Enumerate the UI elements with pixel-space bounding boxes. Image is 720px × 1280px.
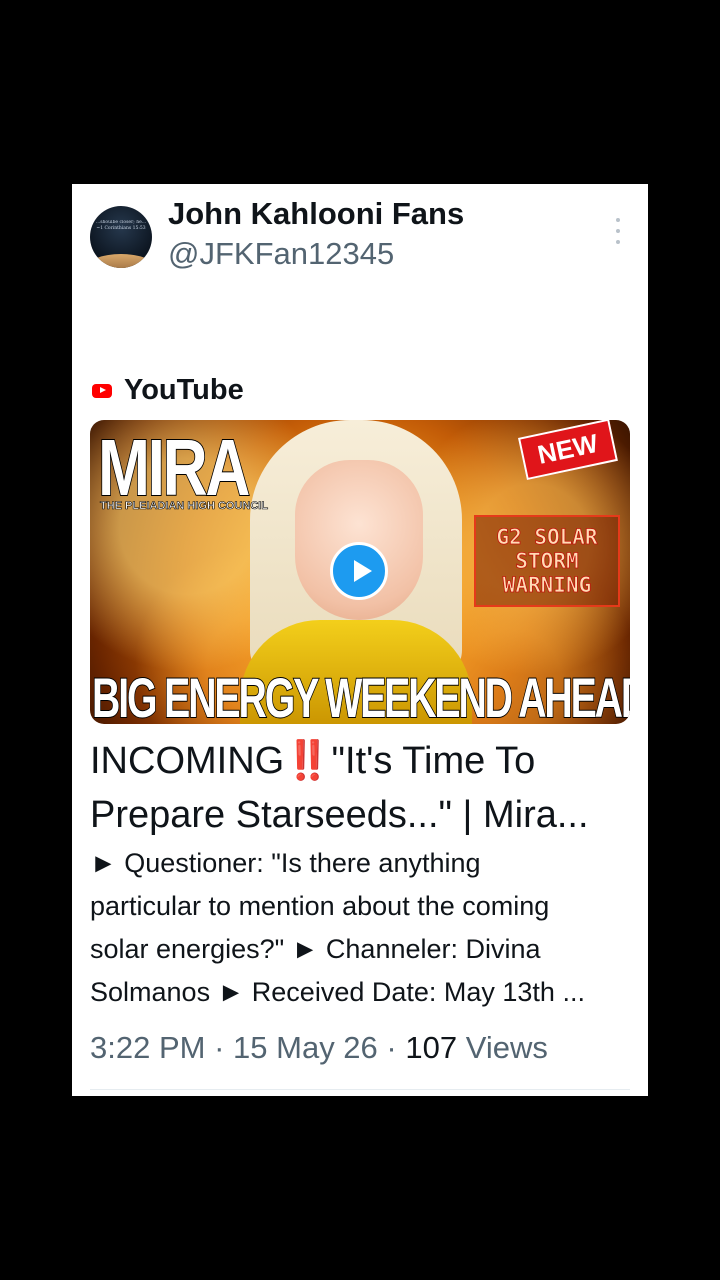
source-label: YouTube bbox=[124, 374, 244, 406]
thumbnail-banner: BIG ENERGY WEEKEND AHEAD bbox=[91, 665, 630, 724]
video-description: ► Questioner: "Is there anything particu… bbox=[90, 842, 630, 1014]
meta-separator-1: · bbox=[214, 1030, 225, 1065]
avatar[interactable]: ...shoulbe closer; he... ~1 Corinthians … bbox=[90, 206, 152, 268]
display-name[interactable]: John Kahlooni Fans bbox=[168, 196, 464, 232]
avatar-moon-graphic bbox=[90, 254, 152, 268]
youtube-icon bbox=[92, 383, 112, 398]
meta-separator-2: · bbox=[386, 1030, 397, 1065]
post-date[interactable]: 15 May 26 bbox=[233, 1030, 378, 1065]
post-time[interactable]: 3:22 PM bbox=[90, 1030, 205, 1065]
storm-warning-box: G2 SOLAR STORM WARNING bbox=[474, 515, 620, 607]
avatar-text-line-1: ...shoulbe closer; he... bbox=[95, 220, 147, 225]
storm-warning-line-3: WARNING bbox=[502, 573, 592, 598]
thumbnail-subtitle: THE PLEIADIAN HIGH COUNCIL bbox=[100, 500, 269, 513]
description-line-3: solar energies?" ► Channeler: Divina bbox=[90, 934, 541, 964]
play-icon[interactable] bbox=[330, 542, 388, 600]
link-source: YouTube bbox=[92, 374, 244, 407]
video-title[interactable]: INCOMING‼️"It's Time To Prepare Starseed… bbox=[90, 734, 630, 842]
views-label: Views bbox=[465, 1030, 548, 1065]
description-line-1: ► Questioner: "Is there anything bbox=[90, 848, 481, 878]
avatar-text-line-2: ~1 Corinthians 15:53 bbox=[96, 226, 146, 231]
more-options-icon[interactable] bbox=[610, 218, 626, 244]
video-thumbnail[interactable]: MIRA THE PLEIADIAN HIGH COUNCIL NEW G2 S… bbox=[90, 420, 630, 724]
description-line-2: particular to mention about the coming bbox=[90, 891, 550, 921]
video-title-line-1: INCOMING‼️"It's Time To bbox=[90, 740, 536, 782]
video-title-line-2: Prepare Starseeds..." | Mira... bbox=[90, 794, 589, 836]
user-handle[interactable]: @JFKFan12345 bbox=[168, 236, 394, 272]
description-line-4: Solmanos ► Received Date: May 13th ... bbox=[90, 977, 585, 1007]
divider bbox=[90, 1089, 630, 1090]
tweet-meta: 3:22 PM · 15 May 26 · 107 Views bbox=[90, 1030, 548, 1066]
views-count: 107 bbox=[405, 1030, 458, 1065]
tweet-card: ...shoulbe closer; he... ~1 Corinthians … bbox=[72, 184, 648, 1096]
storm-warning-line-2: STORM bbox=[515, 549, 579, 574]
storm-warning-line-1: G2 SOLAR bbox=[496, 525, 598, 550]
